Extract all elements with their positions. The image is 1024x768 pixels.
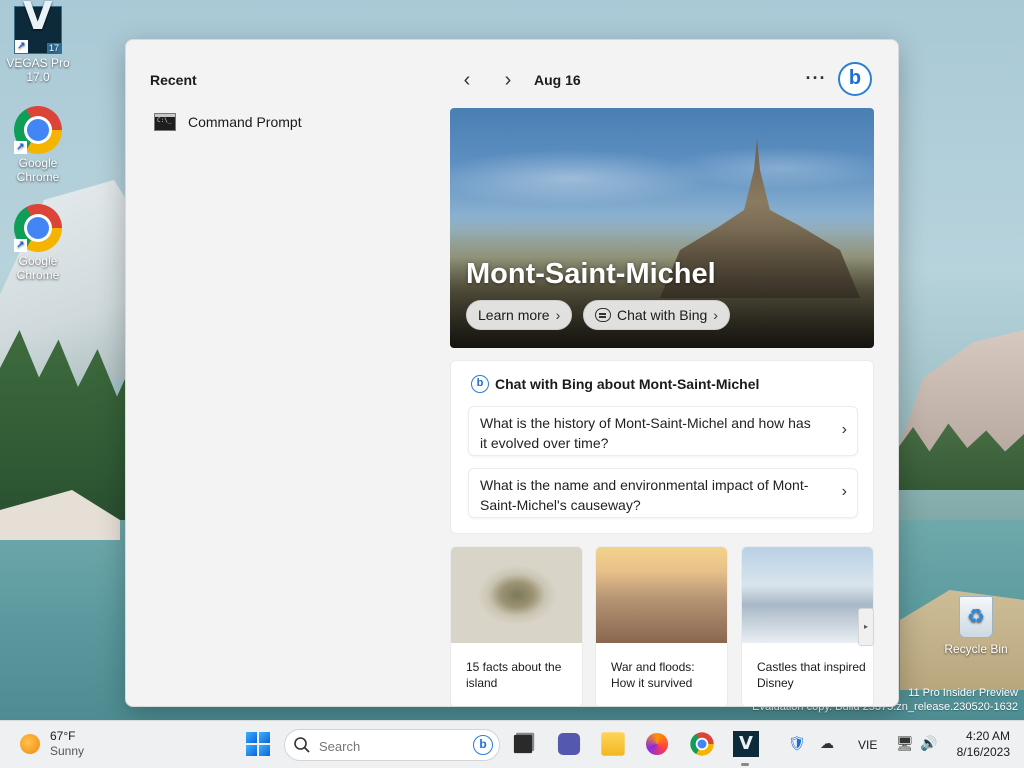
chrome-icon: ↗ [14,106,62,154]
wallpaper-hill-right [898,330,1024,450]
desktop-icon-vegas-pro[interactable]: V 17 ↗ VEGAS Pro 17.0 [0,0,76,84]
task-view-icon[interactable] [513,734,533,754]
active-app-indicator [741,763,749,766]
story-caption: 15 facts about the island [466,660,562,690]
bing-question-2[interactable]: What is the name and environmental impac… [468,468,858,518]
command-prompt-icon [154,113,176,131]
taskbar: 67°F Sunny b V 🛡 ☁ VIE 🖥 🔊 4:20 AM 8/16/… [0,720,1024,768]
bing-chat-heading-text: Chat with Bing about Mont-Saint-Michel [495,376,760,392]
story-caption: War and floods: How it survived [611,660,695,690]
start-panel: Recent Command Prompt ‹ › Aug 16 ··· b M… [125,39,899,707]
desktop-icon-google-chrome[interactable]: ↗ Google Chrome [0,106,76,184]
language-indicator[interactable]: VIE [858,738,877,752]
scroll-right-button[interactable]: ▸ [858,608,874,646]
start-button[interactable] [245,731,271,757]
chrome-icon: ↗ [14,204,62,252]
weather-condition: Sunny [50,744,85,758]
wallpaper-shore-left [0,490,120,540]
display-icon[interactable]: 🖥 [896,735,914,752]
next-day-button[interactable]: › [494,66,522,94]
vegas-pro-icon: V 17 ↗ [14,0,62,54]
question-text: What is the name and environmental impac… [480,477,809,513]
bing-chat-heading: b Chat with Bing about Mont-Saint-Michel [471,375,759,393]
recycle-bin-icon: ♻ [959,596,993,638]
windows-logo-tile [259,732,270,743]
chevron-right-icon: › [555,307,561,323]
windows-logo-tile [246,745,257,756]
desktop-icon-label: Recycle Bin [944,642,1008,656]
chevron-right-icon: › [841,421,847,438]
bing-icon[interactable]: b [838,62,872,96]
weather-text: 67°F Sunny [50,729,84,759]
shortcut-arrow-icon: ↗ [14,239,27,252]
shortcut-arrow-icon: ↗ [14,141,27,154]
desktop-icon-label: VEGAS Pro [6,56,70,70]
desktop-icon-recycle-bin[interactable]: ♻ Recycle Bin [938,596,1014,656]
chevron-right-icon: › [504,68,512,91]
file-explorer-icon[interactable] [601,732,625,756]
clock-date: 8/16/2023 [956,745,1010,759]
desktop-icon-label: Google [18,156,58,170]
bing-icon: b [471,375,489,393]
story-card-castles[interactable]: Castles that inspired Disney [741,546,874,706]
chat-with-bing-button[interactable]: Chat with Bing › [583,300,730,330]
bing-question-1[interactable]: What is the history of Mont-Saint-Michel… [468,406,858,456]
bing-icon[interactable]: b [473,735,493,755]
chat-bubble-icon [595,308,611,322]
wallpaper-trees-left [0,330,130,520]
story-caption: Castles that inspired Disney [757,660,866,690]
clock[interactable]: 4:20 AM 8/16/2023 [948,728,1010,760]
weather-widget[interactable]: 67°F Sunny [20,729,84,759]
desktop-icon-label: Chrome [16,170,60,184]
date-label: Aug 16 [534,72,581,88]
desktop-icon-label: Google [18,254,58,268]
search-icon [294,737,310,753]
question-text: What is the history of Mont-Saint-Michel… [480,415,811,451]
story-image [451,547,582,643]
chrome-icon[interactable] [690,732,714,756]
desktop-icon-google-chrome-2[interactable]: ↗ Google Chrome [0,204,76,282]
firefox-icon[interactable] [645,732,669,756]
windows-logo-tile [259,745,270,756]
story-image [596,547,727,643]
learn-more-button[interactable]: Learn more › [466,300,573,330]
story-card-war-and-floods[interactable]: War and floods: How it survived [595,546,728,706]
volume-icon[interactable]: 🔊 [920,735,937,752]
chevron-right-icon: › [713,307,718,323]
prev-day-button[interactable]: ‹ [453,66,481,94]
desktop-icon-label: Chrome [16,268,60,282]
story-card-15-facts[interactable]: 15 facts about the island [450,546,583,706]
hero-title: Mont-Saint-Michel [466,258,716,290]
windows-logo-icon [246,732,257,743]
recent-heading: Recent [150,72,197,88]
hero-image-sky [450,128,874,218]
teams-chat-icon[interactable] [557,732,581,756]
bing-chat-card: b Chat with Bing about Mont-Saint-Michel… [450,360,874,534]
vegas-pro-icon[interactable]: V [733,731,759,757]
weather-temp: 67°F [50,729,76,743]
wallpaper-trees-right [898,423,1024,490]
chat-with-bing-label: Chat with Bing [617,307,708,323]
more-options-button[interactable]: ··· [802,66,830,94]
story-image [742,547,873,643]
recent-item-label: Command Prompt [188,114,302,130]
chevron-left-icon: ‹ [463,68,471,91]
taskbar-search[interactable]: b [284,729,500,761]
network-disconnected-icon[interactable]: ☁ [820,735,834,752]
clock-time: 4:20 AM [965,729,1010,743]
hero-card[interactable]: Mont-Saint-Michel Learn more › Chat with… [450,108,874,348]
learn-more-label: Learn more [478,307,550,323]
desktop-icon-label: 17.0 [26,70,50,84]
sun-icon [20,734,40,754]
shortcut-arrow-icon: ↗ [15,40,28,53]
shield-icon[interactable]: 🛡 [788,735,806,752]
search-input[interactable] [319,737,469,755]
chevron-right-icon: › [841,483,847,500]
recent-item-command-prompt[interactable]: Command Prompt [154,108,394,136]
